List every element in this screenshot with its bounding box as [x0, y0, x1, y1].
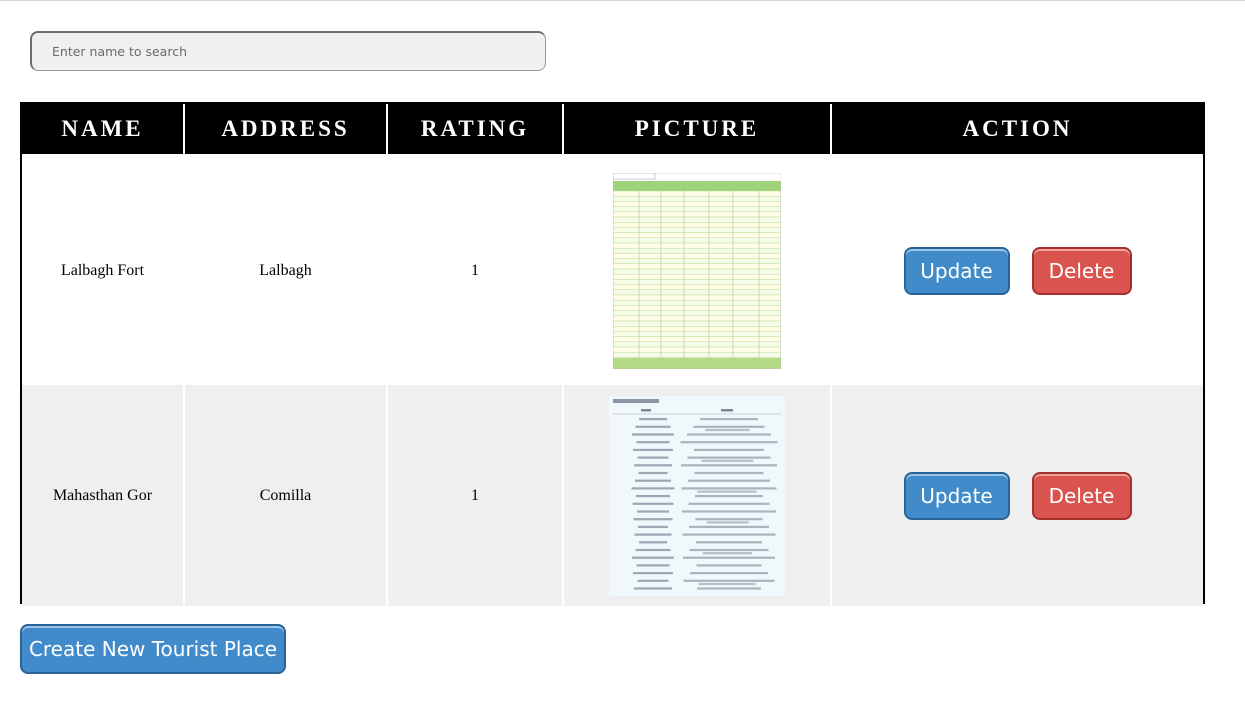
- update-button[interactable]: Update: [903, 471, 1010, 520]
- header-name: NAME: [22, 104, 185, 156]
- header-address: ADDRESS: [185, 104, 388, 156]
- create-tourist-place-button[interactable]: Create New Tourist Place: [20, 624, 286, 674]
- top-divider: [0, 0, 1245, 1]
- place-rating: 1: [388, 383, 564, 606]
- delete-button[interactable]: Delete: [1031, 246, 1132, 295]
- search-input[interactable]: [30, 31, 546, 71]
- header-rating: RATING: [388, 104, 564, 156]
- table-row: Lalbagh Fort Lalbagh 1 Update Delete: [22, 156, 1203, 383]
- environment-variables-thumbnail: [609, 395, 785, 596]
- place-address: Comilla: [185, 383, 388, 606]
- place-address: Lalbagh: [185, 156, 388, 383]
- delete-button[interactable]: Delete: [1031, 471, 1132, 520]
- table-row: Mahasthan Gor Comilla 1 Update Delete: [22, 383, 1203, 606]
- place-actions: Update Delete: [832, 156, 1203, 383]
- place-name: Lalbagh Fort: [22, 156, 185, 383]
- place-actions: Update Delete: [832, 383, 1203, 606]
- place-picture: [564, 156, 832, 383]
- table-header-row: NAME ADDRESS RATING PICTURE ACTION: [22, 104, 1203, 156]
- header-picture: PICTURE: [564, 104, 832, 156]
- header-action: ACTION: [832, 104, 1203, 156]
- place-name: Mahasthan Gor: [22, 383, 185, 606]
- update-button[interactable]: Update: [903, 246, 1010, 295]
- place-picture: [564, 383, 832, 606]
- place-rating: 1: [388, 156, 564, 383]
- tourist-places-table: NAME ADDRESS RATING PICTURE ACTION Lalba…: [20, 102, 1205, 606]
- spreadsheet-thumbnail: [613, 172, 781, 369]
